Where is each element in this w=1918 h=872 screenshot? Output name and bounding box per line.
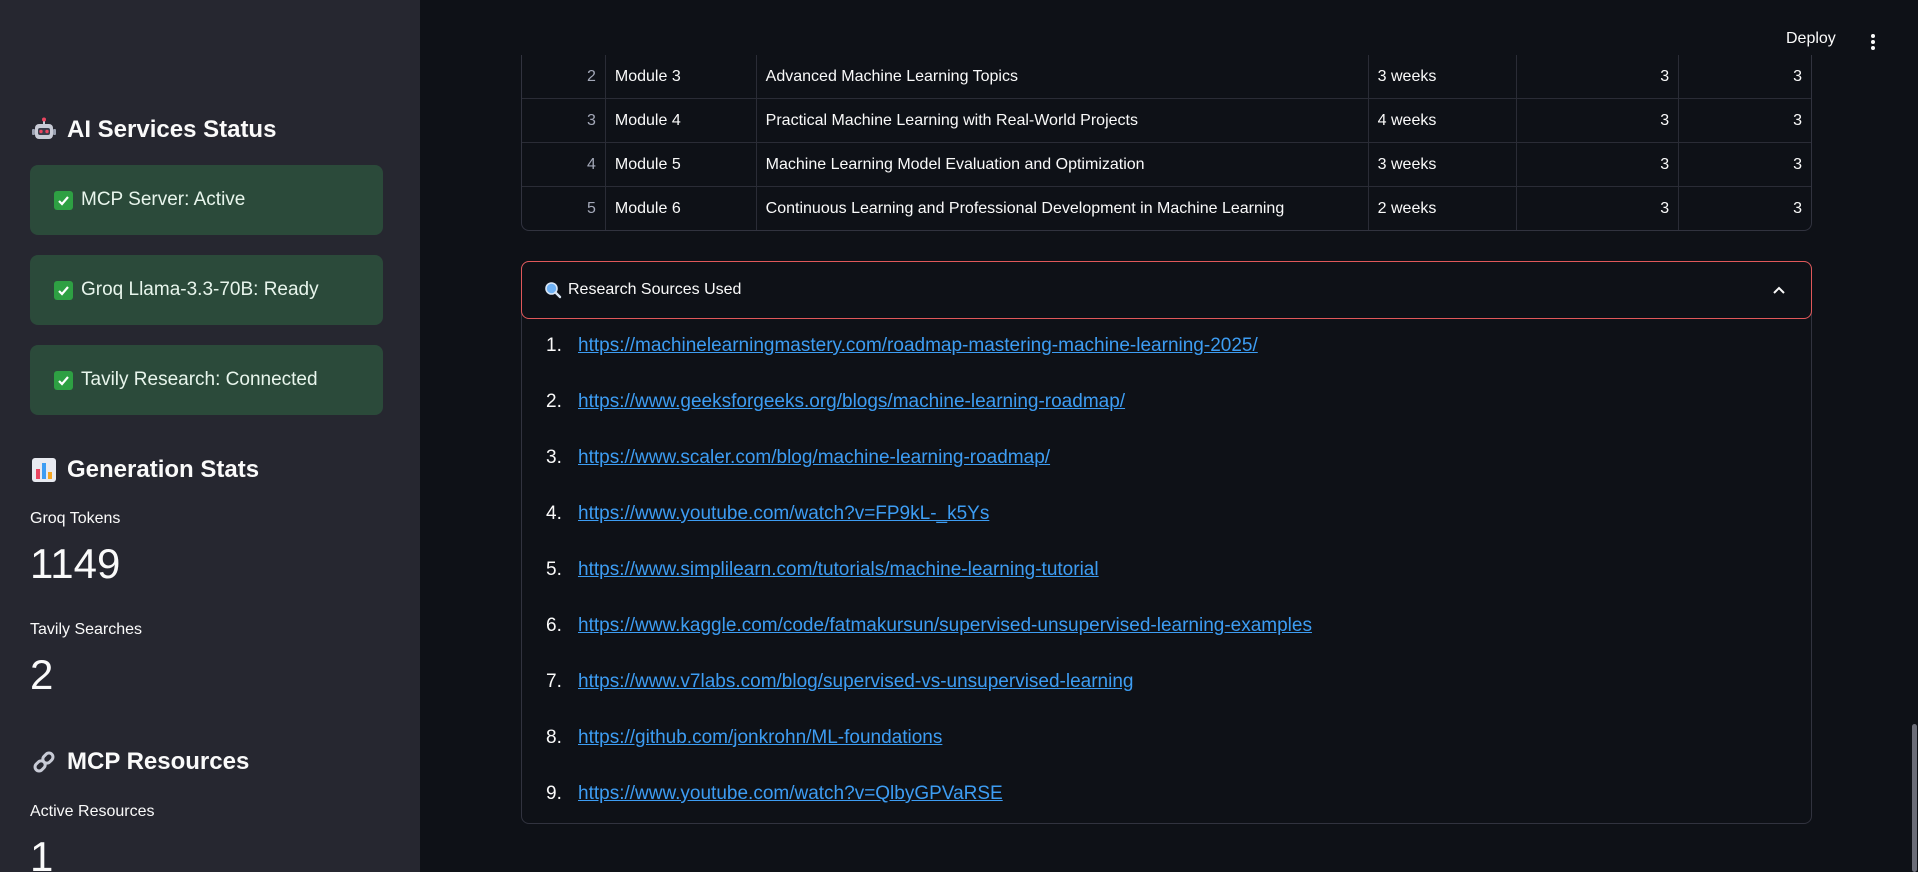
active-resources-value: 1 [30,833,54,872]
status-card-tavily: Tavily Research: Connected [30,345,383,415]
sidebar: AI Services Status MCP Server: Active Gr… [0,0,420,872]
source-link[interactable]: https://machinelearningmastery.com/roadm… [578,335,1258,357]
count-cell[interactable]: 3 [1517,55,1680,98]
table-row[interactable]: 4 Module 5 Machine Learning Model Evalua… [522,143,1811,187]
source-link[interactable]: https://www.youtube.com/watch?v=FP9kL-_k… [578,503,989,525]
duration-cell[interactable]: 3 weeks [1369,55,1518,98]
status-card-label: Tavily Research: Connected [81,369,318,390]
list-item: 8. https://github.com/jonkrohn/ML-foundat… [546,727,943,749]
list-item: 2. https://www.geeksforgeeks.org/blogs/ma… [546,391,1126,413]
table-row[interactable]: 2 Module 3 Advanced Machine Learning Top… [522,55,1811,99]
chevron-up-icon[interactable] [1771,282,1787,298]
source-link[interactable]: https://www.v7labs.com/blog/supervised-v… [578,671,1133,693]
modules-table: 2 Module 3 Advanced Machine Learning Top… [521,55,1812,231]
list-item: 7. https://www.v7labs.com/blog/supervised… [546,671,1134,693]
count-cell[interactable]: 3 [1517,99,1680,142]
row-index: 3 [522,99,606,142]
bar-chart-icon [30,456,58,484]
count-cell[interactable]: 3 [1679,99,1811,142]
research-sources-header[interactable]: Research Sources Used [521,261,1812,319]
row-index: 2 [522,55,606,98]
sources-list: 1. https://machinelearningmastery.com/roa… [546,318,1312,822]
count-cell[interactable]: 3 [1679,55,1811,98]
ai-services-status-title: AI Services Status [30,110,276,150]
research-sources-expander: Research Sources Used 1. https://machinel… [521,261,1812,824]
status-card-mcp-server: MCP Server: Active [30,165,383,235]
deploy-button[interactable]: Deploy [1786,30,1836,48]
list-item: 6. https://www.kaggle.com/code/fatmakursu… [546,615,1312,637]
generation-stats-title: Generation Stats [30,450,259,490]
source-link[interactable]: https://www.youtube.com/watch?v=QlbyGPVa… [578,783,1003,805]
groq-tokens-label: Groq Tokens [30,510,121,527]
title-cell[interactable]: Machine Learning Model Evaluation and Op… [757,143,1369,186]
ai-services-status-label: AI Services Status [67,116,277,143]
list-item: 4. https://www.youtube.com/watch?v=FP9kL-… [546,503,990,525]
generation-stats-label: Generation Stats [67,456,260,483]
source-link[interactable]: https://www.simplilearn.com/tutorials/ma… [578,559,1099,581]
mcp-resources-label: MCP Resources [67,748,250,775]
list-item: 1. https://machinelearningmastery.com/roa… [546,335,1258,357]
row-index: 5 [522,187,606,230]
list-item: 5. https://www.simplilearn.com/tutorials/… [546,559,1099,581]
list-item: 3. https://www.scaler.com/blog/machine-le… [546,447,1051,469]
active-resources-label: Active Resources [30,803,155,820]
title-cell[interactable]: Advanced Machine Learning Topics [757,55,1369,98]
title-cell[interactable]: Continuous Learning and Professional Dev… [757,187,1369,230]
robot-icon [30,116,58,144]
duration-cell[interactable]: 3 weeks [1369,143,1518,186]
count-cell[interactable]: 3 [1517,143,1680,186]
status-card-groq: Groq Llama-3.3-70B: Ready [30,255,383,325]
check-icon [54,280,73,300]
count-cell[interactable]: 3 [1679,143,1811,186]
more-options-icon[interactable] [1866,32,1880,52]
check-icon [54,370,73,390]
module-cell[interactable]: Module 6 [606,187,757,230]
link-icon [30,748,58,776]
table-row[interactable]: 3 Module 4 Practical Machine Learning wi… [522,99,1811,143]
main-scrollbar-thumb[interactable] [1912,724,1917,872]
tavily-searches-value: 2 [30,651,54,698]
status-card-label: Groq Llama-3.3-70B: Ready [81,279,319,300]
mcp-resources-title: MCP Resources [30,742,249,782]
duration-cell[interactable]: 4 weeks [1369,99,1518,142]
module-cell[interactable]: Module 4 [606,99,757,142]
module-cell[interactable]: Module 3 [606,55,757,98]
table-row[interactable]: 5 Module 6 Continuous Learning and Profe… [522,187,1811,230]
status-card-label: MCP Server: Active [81,189,246,210]
count-cell[interactable]: 3 [1679,187,1811,230]
count-cell[interactable]: 3 [1517,187,1680,230]
row-index: 4 [522,143,606,186]
groq-tokens-value: 1149 [30,540,121,587]
tavily-searches-label: Tavily Searches [30,621,143,638]
duration-cell[interactable]: 2 weeks [1369,187,1518,230]
source-link[interactable]: https://github.com/jonkrohn/ML-foundatio… [578,727,942,749]
check-icon [54,190,73,210]
source-link[interactable]: https://www.scaler.com/blog/machine-lear… [578,447,1050,469]
title-cell[interactable]: Practical Machine Learning with Real-Wor… [757,99,1369,142]
module-cell[interactable]: Module 5 [606,143,757,186]
source-link[interactable]: https://www.geeksforgeeks.org/blogs/mach… [578,391,1125,413]
list-item: 9. https://www.youtube.com/watch?v=QlbyGP… [546,783,1003,805]
source-link[interactable]: https://www.kaggle.com/code/fatmakursun/… [578,615,1312,637]
magnifier-icon [545,282,562,299]
research-sources-title: Research Sources Used [568,281,742,298]
